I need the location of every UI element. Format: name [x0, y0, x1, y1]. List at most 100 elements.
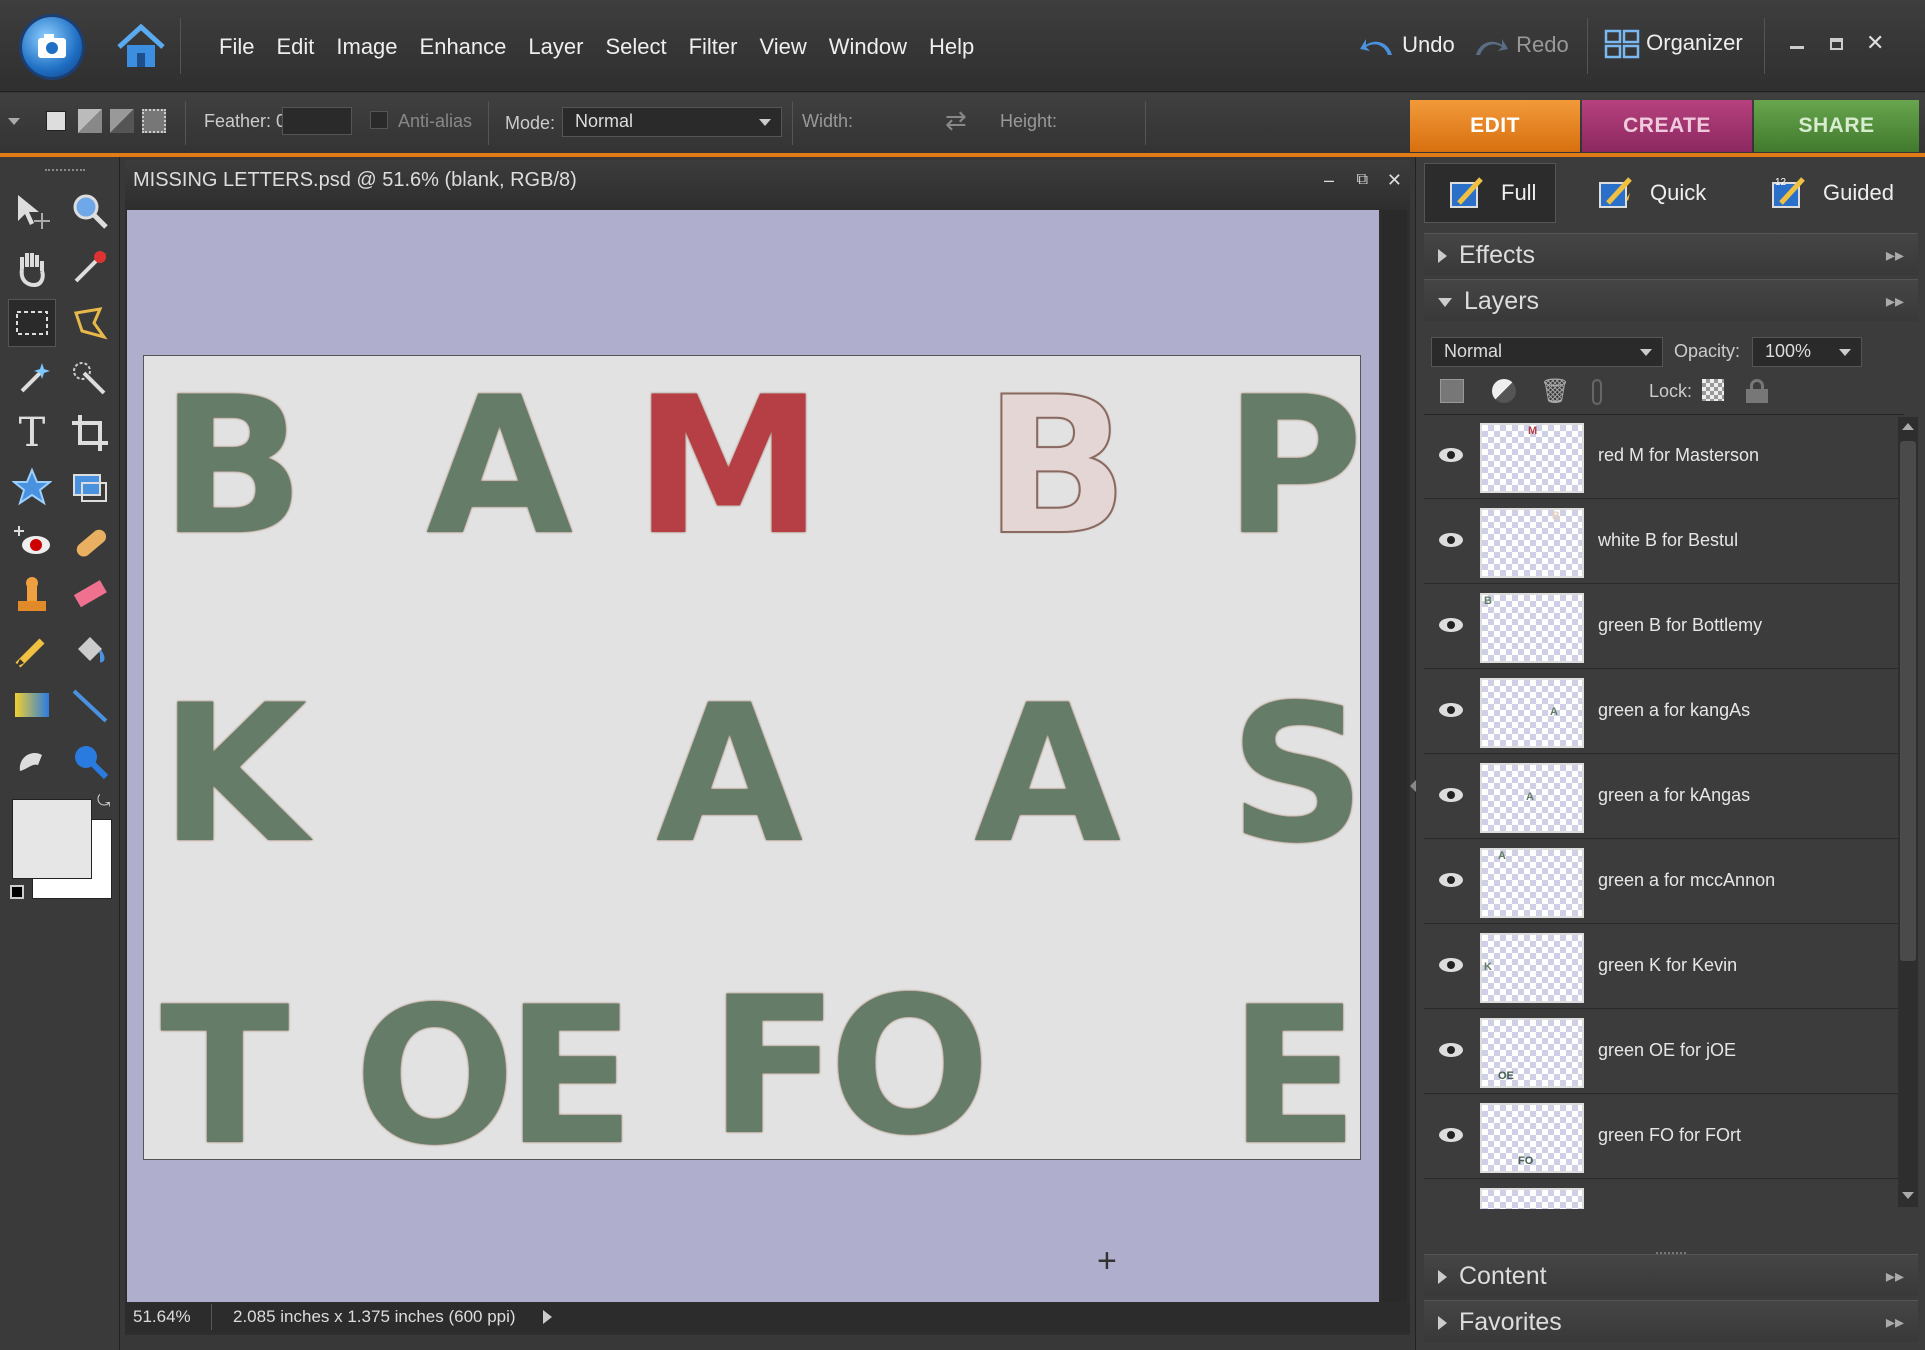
intersect-selection-icon[interactable] — [142, 109, 166, 133]
visibility-eye-icon[interactable] — [1438, 785, 1464, 805]
document-title-bar[interactable]: MISSING LETTERS.psd @ 51.6% (blank, RGB/… — [125, 160, 1410, 206]
recompose-tool-icon[interactable] — [66, 463, 114, 511]
layer-row[interactable]: A green a for kangAs — [1424, 670, 1904, 754]
image-canvas[interactable]: B A M B P K A A S T OE FO E — [143, 355, 1366, 1187]
foreground-color-swatch[interactable] — [12, 799, 92, 879]
content-panel-header[interactable]: Content ▸▸ — [1424, 1254, 1918, 1296]
visibility-eye-icon[interactable] — [1438, 700, 1464, 720]
paint-bucket-tool-icon[interactable] — [66, 627, 114, 675]
feather-field[interactable] — [282, 107, 352, 135]
layer-row[interactable]: B white B for Bestul — [1424, 500, 1904, 584]
home-icon[interactable] — [115, 23, 167, 71]
visibility-eye-icon[interactable] — [1438, 1040, 1464, 1060]
panel-options-icon[interactable]: ▸▸ — [1886, 1301, 1904, 1343]
quick-selection-tool-icon[interactable] — [66, 355, 114, 403]
layer-row[interactable]: A green a for mccAnnon — [1424, 840, 1904, 924]
add-selection-icon[interactable] — [78, 109, 102, 133]
shape-tool-icon[interactable] — [8, 463, 56, 511]
gradient-tool-icon[interactable] — [8, 681, 56, 729]
toolbox-grip[interactable] — [45, 169, 85, 171]
menu-filter[interactable]: Filter — [678, 30, 749, 64]
lock-all-icon[interactable] — [1746, 379, 1768, 403]
tab-edit[interactable]: EDIT — [1410, 100, 1580, 152]
effects-panel-header[interactable]: Effects ▸▸ — [1424, 233, 1918, 275]
lock-transparency-icon[interactable] — [1702, 379, 1724, 401]
menu-help[interactable]: Help — [918, 30, 985, 64]
blend-mode-select[interactable]: Normal — [1431, 337, 1663, 367]
subtract-selection-icon[interactable] — [110, 109, 134, 133]
visibility-eye-icon[interactable] — [1438, 445, 1464, 465]
favorites-panel-header[interactable]: Favorites ▸▸ — [1424, 1300, 1918, 1342]
move-tool-icon[interactable] — [8, 187, 56, 235]
eraser-tool-icon[interactable] — [66, 571, 114, 619]
layer-row[interactable]: K green K for Kevin — [1424, 925, 1904, 1009]
tab-share[interactable]: SHARE — [1754, 100, 1919, 152]
vertical-scrollbar[interactable] — [1381, 210, 1407, 1302]
layer-row[interactable]: B green B for Bottlemy — [1424, 585, 1904, 669]
menu-layer[interactable]: Layer — [517, 30, 594, 64]
mode-quick-button[interactable]: Quick — [1596, 163, 1706, 223]
organizer-button[interactable]: Organizer — [1604, 26, 1743, 60]
minimize-button[interactable] — [1790, 46, 1804, 49]
visibility-eye-icon[interactable] — [1438, 1125, 1464, 1145]
menu-image[interactable]: Image — [325, 30, 408, 64]
layer-row[interactable]: A green a for kAngas — [1424, 755, 1904, 839]
menu-view[interactable]: View — [748, 30, 817, 64]
adjustment-layer-icon[interactable] — [1492, 379, 1516, 403]
panel-options-icon[interactable]: ▸▸ — [1886, 234, 1904, 276]
visibility-eye-icon[interactable] — [1438, 955, 1464, 975]
layer-row[interactable]: M red M for Masterson — [1424, 415, 1904, 499]
close-button[interactable]: ✕ — [1866, 30, 1884, 56]
panel-options-icon[interactable]: ▸▸ — [1886, 280, 1904, 322]
default-colors-icon[interactable] — [10, 885, 24, 899]
antialias-checkbox[interactable] — [370, 111, 388, 129]
options-menu-icon[interactable] — [8, 118, 20, 125]
mode-full-button[interactable]: Full — [1424, 163, 1556, 223]
mode-select[interactable]: Normal — [562, 107, 782, 137]
panel-collapse-handle[interactable] — [1410, 780, 1416, 792]
clone-stamp-tool-icon[interactable] — [8, 571, 56, 619]
layer-row[interactable]: OE green OE for jOE — [1424, 1010, 1904, 1094]
new-layer-icon[interactable] — [1440, 379, 1464, 403]
status-menu-arrow-icon[interactable] — [543, 1310, 552, 1324]
swap-dimensions-icon[interactable]: ⇄ — [945, 105, 967, 136]
lasso-tool-icon[interactable] — [66, 299, 114, 347]
visibility-eye-icon[interactable] — [1438, 615, 1464, 635]
layer-row[interactable]: FO green FO for FOrt — [1424, 1095, 1904, 1179]
scroll-thumb[interactable] — [1900, 441, 1916, 961]
doc-minimize-button[interactable]: – — [1324, 160, 1334, 200]
tab-create[interactable]: CREATE — [1582, 100, 1752, 152]
healing-brush-tool-icon[interactable] — [66, 519, 114, 567]
zoom-tool-icon[interactable] — [66, 187, 114, 235]
red-eye-tool-icon[interactable] — [8, 519, 56, 567]
menu-edit[interactable]: Edit — [265, 30, 325, 64]
trash-icon[interactable]: 🗑 — [1540, 377, 1570, 406]
swap-colors-icon[interactable]: ⤿ — [97, 793, 110, 811]
new-selection-icon[interactable] — [46, 111, 66, 131]
pencil-tool-icon[interactable] — [8, 627, 56, 675]
magic-wand-tool-icon[interactable] — [8, 355, 56, 403]
zoom-level[interactable]: 51.64% — [133, 1302, 191, 1332]
sponge-tool-icon[interactable] — [66, 737, 114, 785]
menu-file[interactable]: File — [208, 30, 265, 64]
maximize-button[interactable] — [1830, 38, 1843, 50]
layers-panel-header[interactable]: Layers ▸▸ — [1424, 279, 1918, 321]
eyedropper-tool-icon[interactable] — [66, 243, 114, 291]
camera-logo-icon[interactable] — [22, 17, 82, 77]
line-tool-icon[interactable] — [66, 681, 114, 729]
crop-tool-icon[interactable] — [66, 409, 114, 457]
menu-window[interactable]: Window — [818, 30, 918, 64]
layer-row[interactable] — [1424, 1180, 1904, 1209]
visibility-eye-icon[interactable] — [1438, 530, 1464, 550]
scroll-up-icon[interactable] — [1902, 423, 1914, 430]
hand-tool-icon[interactable] — [8, 243, 56, 291]
menu-select[interactable]: Select — [594, 30, 677, 64]
opacity-field[interactable]: 100% — [1752, 337, 1862, 367]
link-layers-icon[interactable] — [1592, 379, 1602, 405]
scroll-down-icon[interactable] — [1902, 1192, 1914, 1199]
smudge-tool-icon[interactable] — [8, 737, 56, 785]
doc-restore-button[interactable]: ⧉ — [1357, 160, 1368, 200]
mode-guided-button[interactable]: 12 Guided — [1769, 163, 1894, 223]
marquee-tool-icon[interactable] — [8, 299, 56, 347]
panel-options-icon[interactable]: ▸▸ — [1886, 1255, 1904, 1297]
